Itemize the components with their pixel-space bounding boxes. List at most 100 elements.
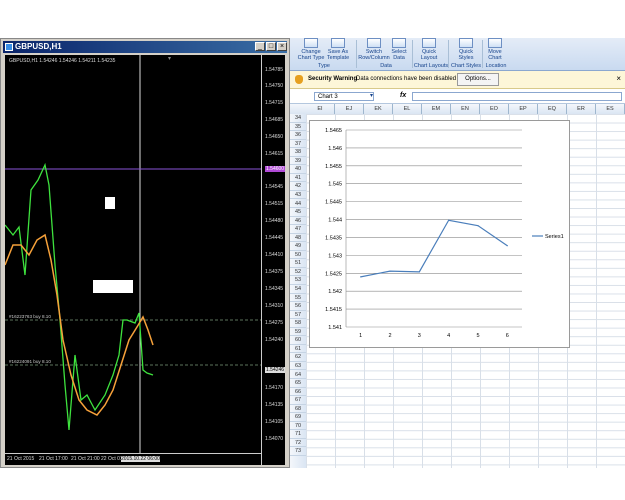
x-tick-label: 3 [418, 333, 421, 339]
column-header[interactable]: EO [480, 104, 509, 114]
save-as-template-button[interactable]: Save As Template [324, 38, 352, 61]
row-header[interactable]: 68 [290, 405, 306, 414]
row-header[interactable]: 57 [290, 311, 306, 320]
price-tick: 1.54615 [265, 151, 284, 157]
row-header[interactable]: 41 [290, 174, 306, 183]
minimize-icon[interactable]: _ [255, 42, 265, 51]
change-chart-type-button[interactable]: Change Chart Type [294, 38, 328, 61]
quick-styles-button[interactable]: Quick Styles [452, 38, 480, 61]
mt4-window-title: GBPUSD,H1 [15, 42, 62, 51]
row-header[interactable]: 64 [290, 371, 306, 380]
price-tick: 1.54070 [265, 436, 284, 442]
alert-price-label: 1.54600 [265, 166, 286, 172]
chart-type-icon [304, 38, 318, 48]
group-label-chart-styles: Chart Styles [451, 63, 481, 69]
y-tick-label: 1.5435 [325, 235, 342, 241]
ribbon-separator [356, 40, 357, 68]
x-tick-label: 5 [476, 333, 479, 339]
x-tick-label: 6 [506, 333, 509, 339]
column-header[interactable]: EP [509, 104, 538, 114]
column-header[interactable]: EN [451, 104, 480, 114]
fx-icon[interactable]: fx [400, 92, 406, 99]
y-tick-label: 1.5465 [325, 128, 342, 134]
row-header[interactable]: 70 [290, 422, 306, 431]
row-header[interactable]: 58 [290, 319, 306, 328]
column-header[interactable]: EI [306, 104, 335, 114]
row-header[interactable]: 55 [290, 294, 306, 303]
row-header[interactable]: 49 [290, 242, 306, 251]
switch-row-column-button[interactable]: Switch Row/Column [358, 38, 390, 61]
row-header[interactable]: 67 [290, 396, 306, 405]
column-header[interactable]: EM [422, 104, 451, 114]
column-header[interactable]: EJ [335, 104, 364, 114]
maximize-icon[interactable]: □ [266, 42, 276, 51]
name-box-dropdown-icon[interactable]: ▾ [370, 92, 373, 99]
row-header[interactable]: 45 [290, 208, 306, 217]
quick-styles-icon [459, 38, 473, 48]
column-header[interactable]: EL [393, 104, 422, 114]
column-header[interactable]: ER [567, 104, 596, 114]
time-tick: 21 Oct 17:00 [39, 456, 68, 462]
row-header[interactable]: 44 [290, 200, 306, 209]
row-header[interactable]: 36 [290, 131, 306, 140]
row-header[interactable]: 60 [290, 336, 306, 345]
y-tick-label: 1.5455 [325, 164, 342, 170]
row-header[interactable]: 69 [290, 413, 306, 422]
column-header[interactable]: EK [364, 104, 393, 114]
row-header[interactable]: 51 [290, 259, 306, 268]
mt4-chart-window: GBPUSD,H1 _ □ × GBPUSD,H1 1.54246 1.5424… [0, 38, 290, 468]
data-point [477, 225, 479, 227]
series-line [360, 219, 508, 278]
row-header[interactable]: 65 [290, 379, 306, 388]
chart-window-icon [5, 43, 13, 51]
row-header[interactable]: 46 [290, 217, 306, 226]
row-header[interactable]: 42 [290, 182, 306, 191]
security-warning-title: Security Warning [308, 76, 358, 82]
time-tick: 21 Oct 21:00 [71, 456, 100, 462]
group-label-type: Type [318, 63, 330, 69]
options-button[interactable]: Options... [457, 73, 499, 86]
row-header[interactable]: 37 [290, 140, 306, 149]
close-icon[interactable]: × [277, 42, 287, 51]
quick-layout-button[interactable]: Quick Layout [416, 38, 442, 61]
embedded-line-chart[interactable]: 1.5465 1.546 1.5455 1.545 1.5445 1.544 1.5435 1… [309, 120, 570, 348]
row-header[interactable]: 61 [290, 345, 306, 354]
y-tick-label: 1.543 [328, 253, 342, 259]
data-point [506, 245, 508, 247]
formula-input[interactable] [412, 92, 622, 101]
column-header[interactable]: EQ [538, 104, 567, 114]
row-header[interactable]: 54 [290, 285, 306, 294]
row-header[interactable]: 43 [290, 191, 306, 200]
price-plot [5, 55, 261, 453]
move-chart-button[interactable]: Move Chart [484, 38, 506, 61]
order-label-1: #16223763 buy 8.10 [9, 314, 51, 319]
row-header[interactable]: 47 [290, 225, 306, 234]
price-tick: 1.54310 [265, 303, 284, 309]
row-header[interactable]: 73 [290, 447, 306, 456]
row-header[interactable]: 34 [290, 114, 306, 123]
row-header[interactable]: 52 [290, 268, 306, 277]
close-icon[interactable]: × [616, 74, 621, 83]
row-header[interactable]: 62 [290, 353, 306, 362]
row-header[interactable]: 50 [290, 251, 306, 260]
row-header[interactable]: 48 [290, 234, 306, 243]
row-header[interactable]: 72 [290, 439, 306, 448]
row-header[interactable]: 39 [290, 157, 306, 166]
row-header[interactable]: 71 [290, 430, 306, 439]
name-box[interactable]: Chart 3 [314, 92, 374, 101]
price-tick: 1.54410 [265, 252, 284, 258]
row-header[interactable]: 35 [290, 123, 306, 132]
row-header[interactable]: 59 [290, 328, 306, 337]
row-header[interactable]: 38 [290, 148, 306, 157]
price-chart[interactable]: GBPUSD,H1 1.54246 1.54246 1.54211 1.5423… [5, 55, 286, 465]
row-header[interactable]: 66 [290, 388, 306, 397]
column-header[interactable]: ES [596, 104, 625, 114]
mt4-title-bar[interactable]: GBPUSD,H1 _ □ × [3, 41, 287, 53]
price-tick: 1.54345 [265, 286, 284, 292]
row-header[interactable]: 53 [290, 276, 306, 285]
order-label-2: #16224091 buy 8.10 [9, 359, 51, 364]
select-data-button[interactable]: Select Data [390, 38, 408, 61]
row-header[interactable]: 56 [290, 302, 306, 311]
row-header[interactable]: 63 [290, 362, 306, 371]
row-header[interactable]: 40 [290, 165, 306, 174]
